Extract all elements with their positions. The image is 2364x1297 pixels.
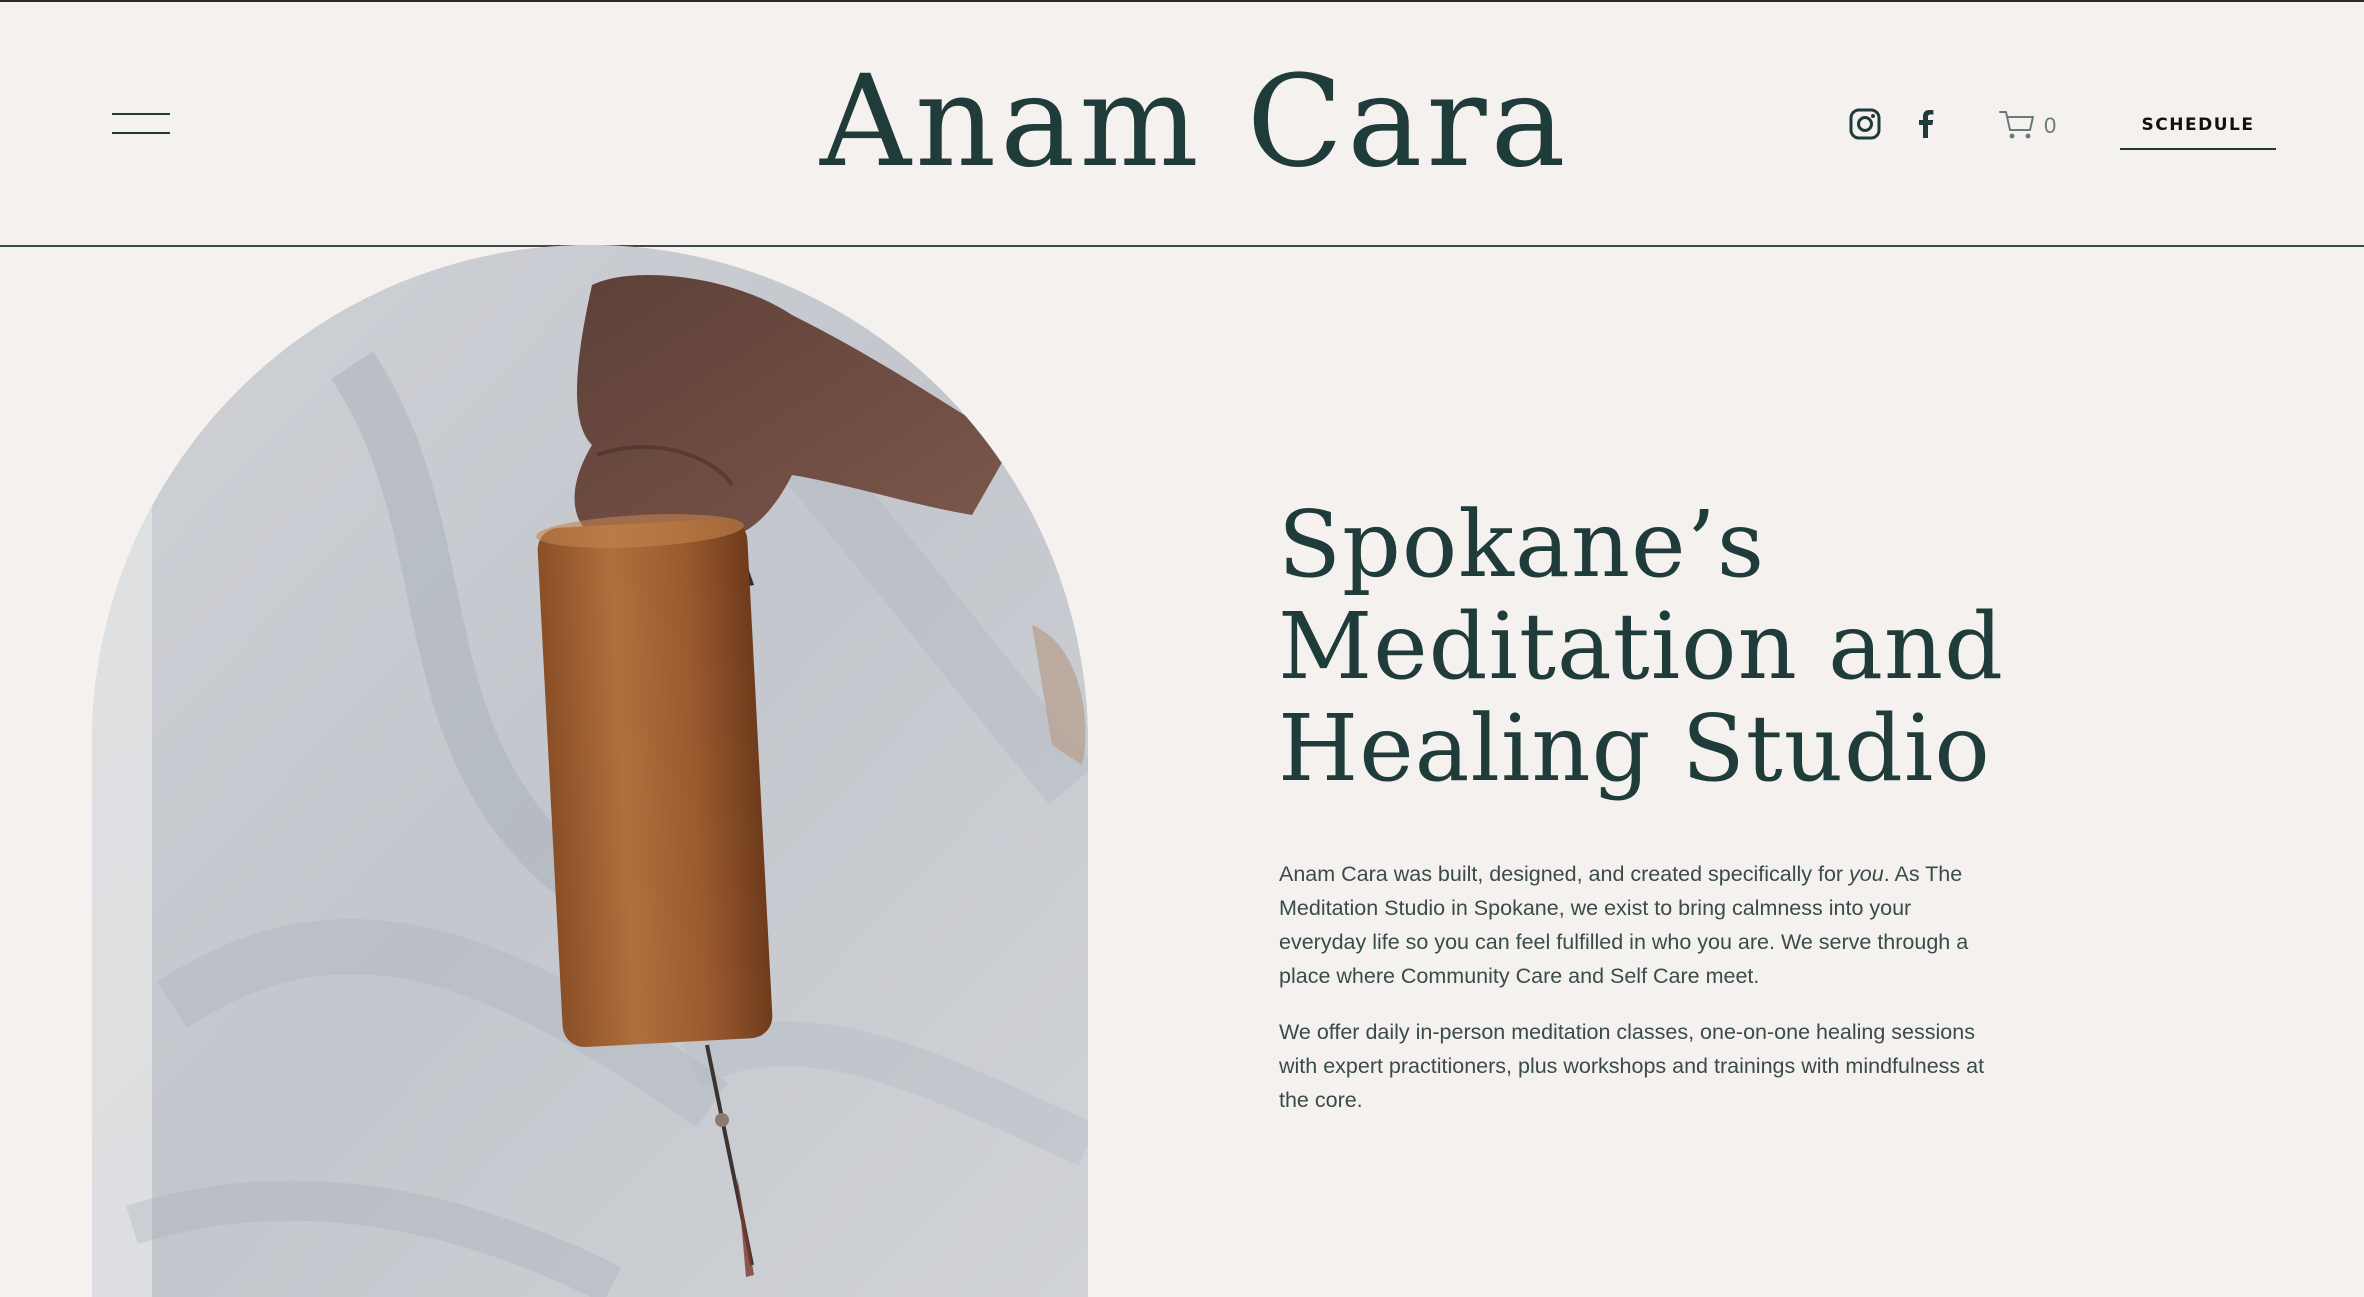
schedule-button[interactable]: SCHEDULE: [2120, 108, 2276, 150]
header-divider: [0, 245, 2364, 247]
site-logo[interactable]: Anam Cara: [820, 42, 1566, 202]
intro-paragraph: Anam Cara was built, designed, and creat…: [1279, 857, 1999, 993]
intro-emphasis: you: [1849, 862, 1884, 886]
hero-heading: Spokane’s Meditation and Healing Studio: [1278, 494, 2038, 800]
hero-heading-line: Healing Studio: [1278, 695, 1991, 802]
cart-button[interactable]: 0: [1998, 106, 2056, 146]
facebook-icon[interactable]: [1908, 106, 1944, 142]
hamburger-menu-icon[interactable]: [112, 110, 170, 138]
hero-image: [92, 245, 1088, 1297]
hero-heading-line: Meditation and: [1278, 593, 2005, 700]
instagram-icon[interactable]: [1847, 106, 1883, 142]
site-header: Anam Cara 0 SCHEDULE: [0, 2, 2364, 246]
cart-count: 0: [2044, 113, 2057, 138]
hero-heading-line: Spokane’s: [1278, 491, 1766, 598]
menu-line: [112, 113, 170, 115]
page: Anam Cara 0 SCHEDULE Spokane’s Meditatio…: [0, 0, 2364, 1297]
menu-line: [112, 132, 170, 134]
offerings-paragraph: We offer daily in-person meditation clas…: [1279, 1020, 1985, 1112]
cart-icon: [1998, 108, 2036, 145]
intro-text: Anam Cara was built, designed, and creat…: [1279, 862, 1850, 886]
